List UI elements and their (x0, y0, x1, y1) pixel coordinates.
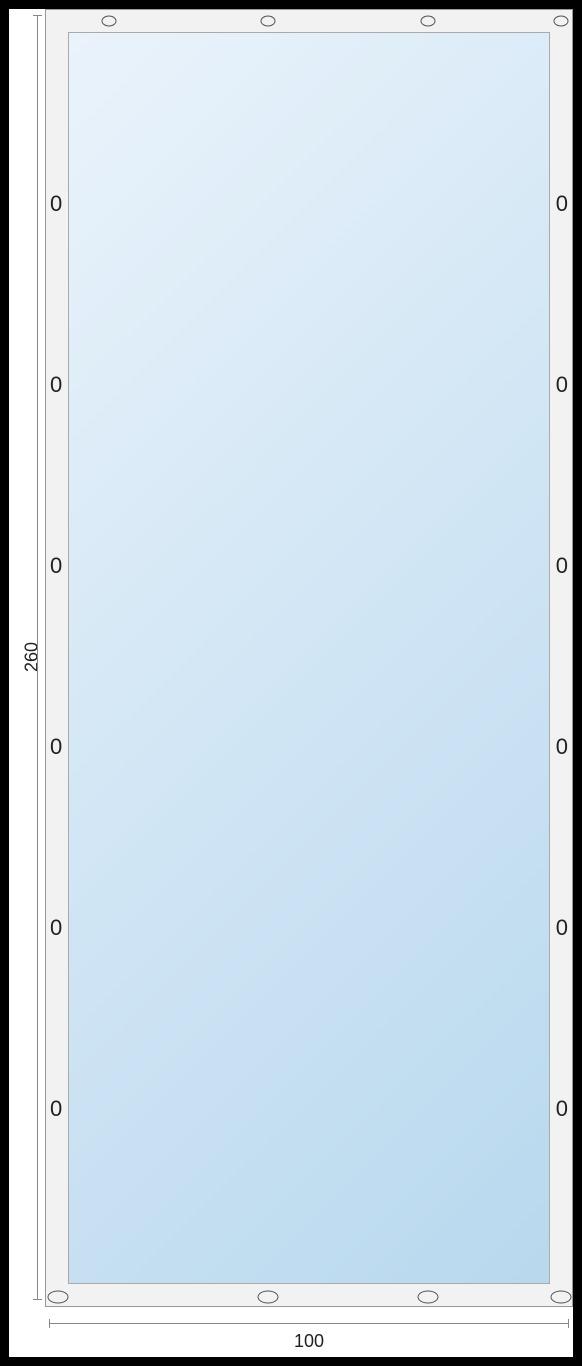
height-dimension: 260 (9, 9, 45, 1307)
glass-pane (68, 32, 550, 1284)
top-mount-hole-0 (102, 16, 117, 27)
right-mount-marker-0: 0 (556, 191, 568, 217)
bottom-mount-hole-3 (551, 1291, 572, 1304)
right-mount-marker-4: 0 (556, 915, 568, 941)
height-dimension-line (37, 15, 38, 1300)
top-mount-hole-3 (554, 16, 569, 27)
left-mount-marker-2: 0 (50, 553, 62, 579)
bottom-mount-hole-0 (48, 1291, 69, 1304)
right-mount-marker-3: 0 (556, 734, 568, 760)
panel-frame: 0 0 0 0 0 0 0 0 0 0 0 0 (45, 9, 573, 1307)
left-mount-marker-4: 0 (50, 915, 62, 941)
right-mount-marker-1: 0 (556, 372, 568, 398)
bottom-mount-hole-2 (418, 1291, 439, 1304)
left-mount-marker-5: 0 (50, 1096, 62, 1122)
right-mount-marker-5: 0 (556, 1096, 568, 1122)
left-mount-marker-0: 0 (50, 191, 62, 217)
width-dimension-label: 100 (294, 1331, 324, 1352)
width-dimension-line (49, 1323, 569, 1324)
width-dimension: 100 (45, 1307, 573, 1357)
drawing-canvas: 260 0 0 0 0 0 0 0 0 0 0 0 0 100 (9, 9, 573, 1357)
top-mount-hole-2 (421, 16, 436, 27)
height-dimension-label: 260 (22, 642, 43, 672)
right-mount-marker-2: 0 (556, 553, 568, 579)
bottom-mount-hole-1 (258, 1291, 279, 1304)
left-mount-marker-3: 0 (50, 734, 62, 760)
left-mount-marker-1: 0 (50, 372, 62, 398)
top-mount-hole-1 (261, 16, 276, 27)
